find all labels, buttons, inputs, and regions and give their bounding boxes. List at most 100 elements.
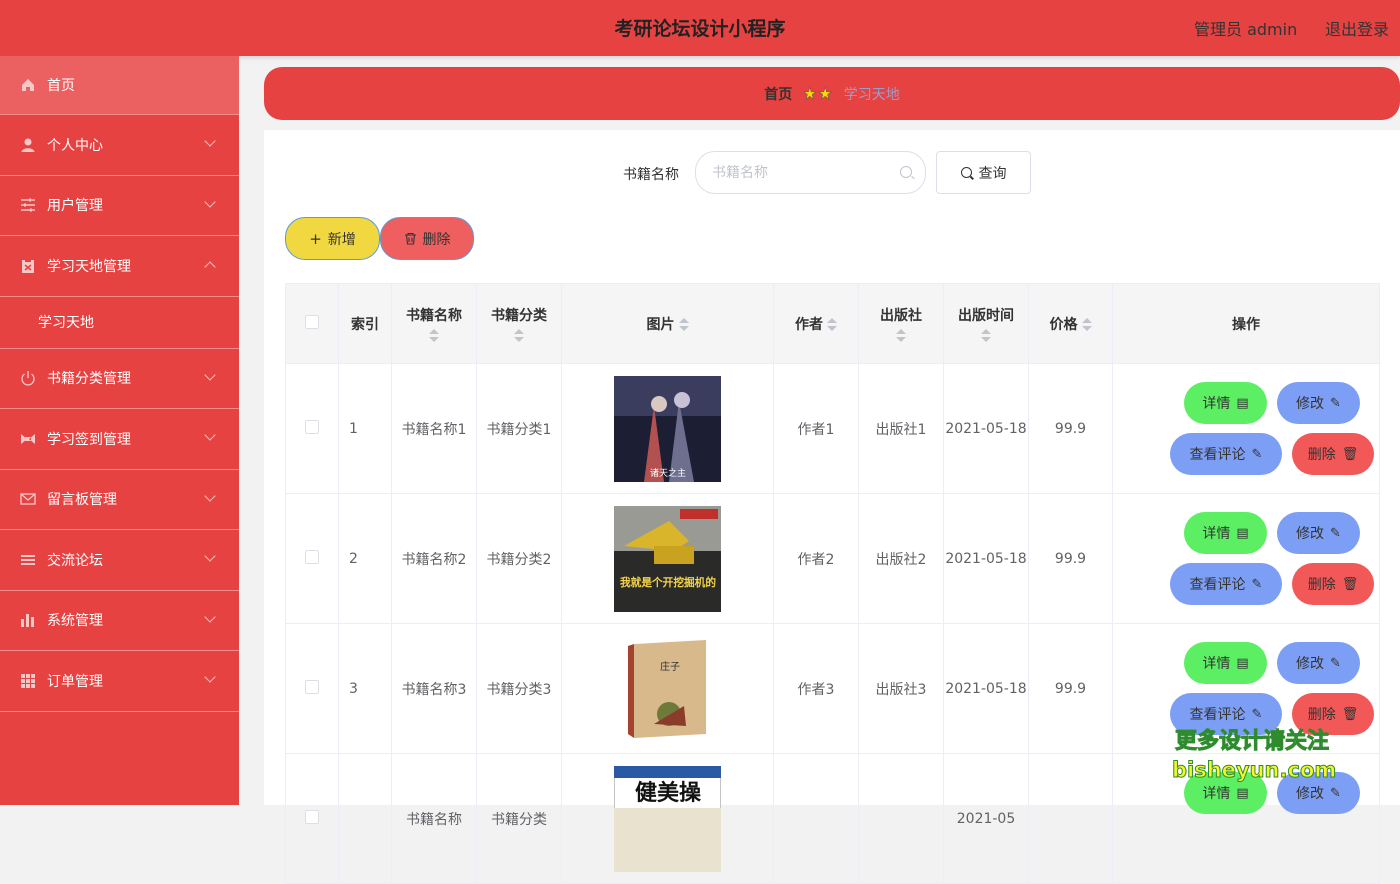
- sort-icon[interactable]: [514, 328, 524, 343]
- pencil-icon: ✎: [1251, 706, 1263, 722]
- clipboard-icon: [22, 258, 34, 273]
- header-image[interactable]: 图片: [561, 283, 774, 364]
- cell-category: 书籍分类: [476, 753, 562, 884]
- edit-button[interactable]: 修改 ✎: [1277, 512, 1360, 554]
- power-icon: [21, 371, 35, 386]
- edit-button[interactable]: 修改 ✎: [1277, 382, 1360, 424]
- app-title: 考研论坛设计小程序: [614, 18, 786, 40]
- sidebar-item-label: 首页: [47, 78, 75, 94]
- search-icon: [900, 166, 912, 178]
- home-icon: [22, 79, 34, 91]
- star-icon: ★★: [802, 84, 834, 104]
- row-checkbox[interactable]: [305, 549, 319, 564]
- sidebar-item-label: 交流论坛: [47, 552, 103, 569]
- sidebar-item-label: 用户管理: [47, 198, 103, 215]
- select-all-checkbox[interactable]: [305, 314, 319, 329]
- chevron-down-icon: [204, 550, 216, 562]
- cell-publisher: 出版社3: [858, 623, 944, 754]
- search-field[interactable]: [695, 151, 926, 194]
- sidebar-item-category-management[interactable]: 书籍分类管理: [0, 349, 239, 409]
- sidebar-subitem-study[interactable]: 学习天地: [0, 297, 239, 349]
- sidebar-item-personal-center[interactable]: 个人中心: [0, 115, 239, 176]
- header-price[interactable]: 价格: [1028, 283, 1113, 364]
- breadcrumb-home[interactable]: 首页: [764, 87, 792, 103]
- sort-icon[interactable]: [429, 328, 439, 343]
- table-header-row: 索引 书籍名称 书籍分类 图片 作者 出版社 出版时间 价格 操作: [285, 283, 1380, 364]
- mail-icon: [20, 493, 36, 505]
- cell-category: 书籍分类3: [476, 623, 562, 754]
- pencil-icon: ✎: [1251, 446, 1263, 462]
- row-checkbox[interactable]: [305, 679, 319, 694]
- edit-button[interactable]: 修改 ✎: [1277, 642, 1360, 684]
- sort-icon[interactable]: [981, 328, 991, 343]
- detail-button[interactable]: 详情 ▤: [1184, 512, 1267, 554]
- sliders-icon: [21, 198, 35, 212]
- sort-icon[interactable]: [678, 317, 689, 332]
- cell-publisher: 出版社1: [858, 363, 944, 494]
- query-button[interactable]: 查询: [936, 151, 1031, 194]
- book-cover-image[interactable]: 我就是个开挖掘机的: [614, 505, 721, 612]
- header-publisher[interactable]: 出版社: [858, 283, 944, 364]
- cell-price: 99.9: [1028, 493, 1113, 624]
- view-comments-button[interactable]: 查看评论 ✎: [1170, 433, 1282, 475]
- header-name[interactable]: 书籍名称: [391, 283, 477, 364]
- header-publish-date[interactable]: 出版时间: [943, 283, 1029, 364]
- document-icon: ▤: [1236, 525, 1249, 541]
- sidebar-item-checkin-management[interactable]: 学习签到管理: [0, 409, 239, 470]
- detail-button[interactable]: 详情 ▤: [1184, 382, 1267, 424]
- search-label: 书籍名称: [623, 167, 679, 183]
- chevron-down-icon: [204, 368, 216, 381]
- sort-icon[interactable]: [896, 328, 906, 343]
- cell-price: 99.9: [1028, 623, 1113, 754]
- sidebar-item-message-board[interactable]: 留言板管理: [0, 470, 239, 530]
- delete-button[interactable]: 删除 🗑: [1292, 563, 1374, 605]
- document-icon: ▤: [1236, 395, 1249, 411]
- view-comments-button[interactable]: 查看评论 ✎: [1170, 563, 1282, 605]
- search-input[interactable]: [712, 152, 892, 193]
- header-actions: 操作: [1112, 283, 1380, 364]
- chevron-down-icon: [204, 489, 216, 502]
- sidebar-item-order-management[interactable]: 订单管理: [0, 651, 239, 712]
- cell-price: [1028, 753, 1113, 884]
- book-cover-image[interactable]: 诸天之主: [614, 375, 721, 482]
- query-button-label: 查询: [978, 165, 1007, 182]
- sort-icon[interactable]: [827, 317, 837, 332]
- cell-name: 书籍名称3: [391, 623, 477, 754]
- pencil-icon: ✎: [1251, 576, 1263, 592]
- sidebar-item-user-management[interactable]: 用户管理: [0, 176, 239, 236]
- user-icon: [21, 138, 35, 152]
- admin-user-label[interactable]: 管理员 admin: [1194, 16, 1297, 40]
- logout-link[interactable]: 退出登录: [1325, 16, 1389, 40]
- batch-delete-button[interactable]: 删除: [380, 217, 474, 260]
- cell-date: 2021-05-18: [943, 623, 1029, 754]
- book-cover-image[interactable]: 健美操: [614, 765, 721, 872]
- header-author[interactable]: 作者: [773, 283, 859, 364]
- book-cover-image[interactable]: 庄子: [614, 635, 721, 742]
- list-icon: [21, 554, 35, 565]
- header-category[interactable]: 书籍分类: [476, 283, 562, 364]
- detail-button[interactable]: 详情 ▤: [1184, 642, 1267, 684]
- chevron-down-icon: [204, 195, 216, 208]
- cell-index: 3: [338, 623, 392, 754]
- add-button[interactable]: + 新增: [285, 217, 380, 260]
- sidebar-item-label: 订单管理: [47, 673, 103, 690]
- cell-price: 99.9: [1028, 363, 1113, 494]
- sidebar-item-forum[interactable]: 交流论坛: [0, 530, 239, 591]
- sidebar-item-system-management[interactable]: 系统管理: [0, 591, 239, 651]
- search-icon: [960, 167, 972, 178]
- sidebar-item-study-management[interactable]: 学习天地管理: [0, 236, 239, 297]
- row-checkbox[interactable]: [305, 809, 319, 824]
- header-index: 索引: [338, 283, 392, 364]
- delete-button[interactable]: 删除 🗑: [1292, 433, 1374, 475]
- grid-icon: [21, 673, 35, 688]
- sidebar-item-home[interactable]: 首页: [0, 56, 239, 115]
- cell-publisher: [858, 753, 944, 884]
- row-checkbox[interactable]: [305, 419, 319, 434]
- chevron-down-icon: [204, 610, 216, 623]
- plus-icon: +: [309, 229, 322, 248]
- table-row: 1 书籍名称1 书籍分类1 诸天之主 作者1 出版社1 2021-05-18 9…: [285, 363, 1380, 494]
- sort-icon[interactable]: [1081, 317, 1092, 332]
- add-button-label: 新增: [327, 231, 356, 248]
- breadcrumb-current: 学习天地: [843, 87, 900, 103]
- bar-chart-icon: [21, 614, 34, 628]
